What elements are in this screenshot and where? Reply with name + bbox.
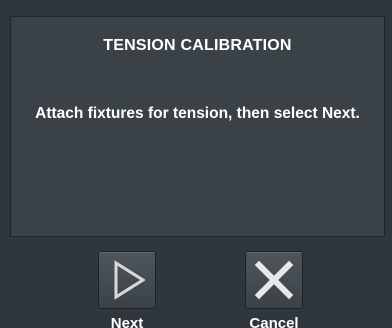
cancel-button[interactable]: Cancel [229, 251, 319, 328]
dialog-message: Attach fixtures for tension, then select… [35, 105, 360, 122]
next-icon-button[interactable] [98, 251, 156, 309]
dialog-panel: TENSION CALIBRATION Attach fixtures for … [10, 16, 385, 237]
play-triangle-icon [114, 260, 146, 300]
cancel-icon-button[interactable] [245, 251, 303, 309]
next-button[interactable]: Next [82, 251, 172, 328]
calibration-screen: TENSION CALIBRATION Attach fixtures for … [0, 0, 392, 328]
next-label: Next [110, 315, 144, 328]
dialog-title: TENSION CALIBRATION [103, 37, 292, 54]
cancel-label: Cancel [249, 315, 299, 328]
x-close-icon [254, 260, 294, 300]
